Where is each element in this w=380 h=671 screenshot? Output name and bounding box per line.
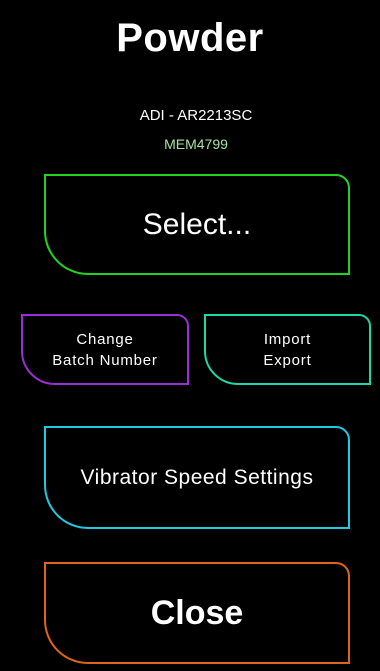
lot-code: MEM4799 <box>164 136 228 152</box>
import-export-line2: Export <box>263 351 312 369</box>
import-export-label: Import Export <box>263 329 311 371</box>
vibrator-speed-settings-button[interactable]: Vibrator Speed Settings <box>44 426 350 529</box>
select-button[interactable]: Select... <box>44 174 350 275</box>
close-button[interactable]: Close <box>44 562 350 664</box>
change-batch-number-label: Change Batch Number <box>52 329 157 371</box>
import-export-line1: Import <box>263 330 312 348</box>
change-batch-number-button[interactable]: Change Batch Number <box>21 314 189 385</box>
change-batch-number-line1: Change <box>76 330 134 348</box>
page-title: Powder <box>116 16 264 60</box>
select-button-label: Select... <box>142 207 252 241</box>
powder-name: ADI - AR2213SC <box>139 107 253 124</box>
vibrator-speed-settings-label: Vibrator Speed Settings <box>80 465 314 489</box>
change-batch-number-line2: Batch Number <box>52 351 158 369</box>
close-button-label: Close <box>150 593 244 632</box>
import-export-button[interactable]: Import Export <box>204 314 371 385</box>
